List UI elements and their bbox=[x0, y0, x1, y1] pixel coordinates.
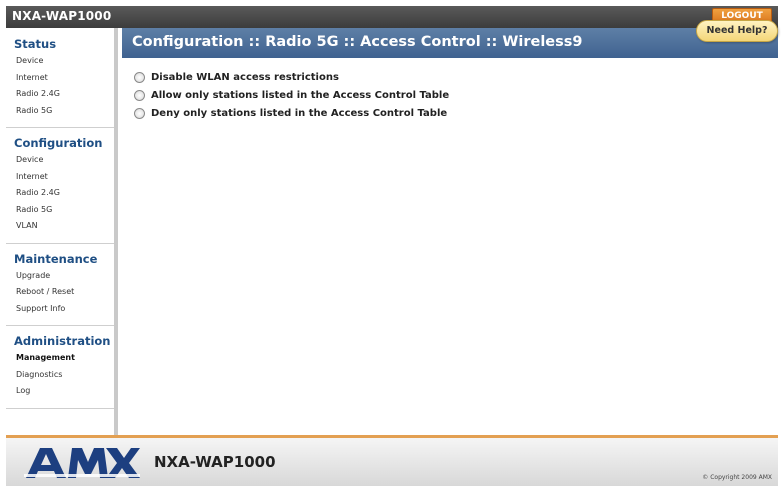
radio-allow-listed[interactable] bbox=[134, 89, 145, 101]
footer-model: NXA-WAP1000 bbox=[154, 453, 276, 471]
sidebar-item-log[interactable]: Log bbox=[14, 383, 114, 400]
sidebar-item-config-radio-5g[interactable]: Radio 5G bbox=[14, 202, 114, 219]
nav-heading-maintenance[interactable]: Maintenance bbox=[14, 252, 114, 266]
page-header: Configuration :: Radio 5G :: Access Cont… bbox=[122, 28, 778, 58]
option-label: Disable WLAN access restrictions bbox=[151, 71, 339, 83]
nav-heading-status[interactable]: Status bbox=[14, 37, 114, 51]
option-disable-restrictions[interactable]: Disable WLAN access restrictions bbox=[134, 68, 449, 86]
app-title: NXA-WAP1000 bbox=[12, 9, 112, 23]
sidebar-item-config-internet[interactable]: Internet bbox=[14, 169, 114, 186]
nav-heading-configuration[interactable]: Configuration bbox=[14, 136, 114, 150]
sidebar: Status Device Internet Radio 2.4G Radio … bbox=[6, 28, 118, 435]
sidebar-item-status-radio-24g[interactable]: Radio 2.4G bbox=[14, 86, 114, 103]
sidebar-item-support-info[interactable]: Support Info bbox=[14, 301, 114, 318]
need-help-button[interactable]: Need Help? bbox=[696, 20, 778, 42]
nav-heading-administration[interactable]: Administration bbox=[14, 334, 114, 348]
nav-section-configuration: Configuration Device Internet Radio 2.4G… bbox=[6, 128, 114, 244]
sidebar-item-config-vlan[interactable]: VLAN bbox=[14, 218, 114, 235]
sidebar-item-reboot-reset[interactable]: Reboot / Reset bbox=[14, 284, 114, 301]
nav-section-status: Status Device Internet Radio 2.4G Radio … bbox=[6, 28, 114, 128]
option-label: Deny only stations listed in the Access … bbox=[151, 107, 448, 119]
sidebar-item-config-device[interactable]: Device bbox=[14, 152, 114, 169]
option-allow-listed[interactable]: Allow only stations listed in the Access… bbox=[134, 86, 449, 104]
sidebar-item-status-internet[interactable]: Internet bbox=[14, 70, 114, 87]
sidebar-item-config-radio-24g[interactable]: Radio 2.4G bbox=[14, 185, 114, 202]
option-label: Allow only stations listed in the Access… bbox=[151, 89, 450, 101]
page-title: Configuration :: Radio 5G :: Access Cont… bbox=[132, 34, 583, 50]
nav-section-maintenance: Maintenance Upgrade Reboot / Reset Suppo… bbox=[6, 244, 114, 326]
top-bar: NXA-WAP1000 LOGOUT bbox=[6, 6, 778, 28]
sidebar-item-management[interactable]: Management bbox=[14, 350, 114, 367]
sidebar-item-status-radio-5g[interactable]: Radio 5G bbox=[14, 103, 114, 120]
nav-section-administration: Administration Management Diagnostics Lo… bbox=[6, 326, 114, 409]
radio-deny-listed[interactable] bbox=[134, 107, 145, 119]
sidebar-item-diagnostics[interactable]: Diagnostics bbox=[14, 367, 114, 384]
radio-disable-restrictions[interactable] bbox=[134, 71, 145, 83]
sidebar-item-status-device[interactable]: Device bbox=[14, 53, 114, 70]
amx-logo bbox=[24, 448, 140, 478]
access-control-options: Disable WLAN access restrictions Allow o… bbox=[134, 68, 449, 122]
copyright-text: © Copyright 2009 AMX bbox=[702, 474, 772, 481]
sidebar-item-upgrade[interactable]: Upgrade bbox=[14, 268, 114, 285]
option-deny-listed[interactable]: Deny only stations listed in the Access … bbox=[134, 104, 449, 122]
footer: NXA-WAP1000 © Copyright 2009 AMX bbox=[6, 438, 778, 486]
